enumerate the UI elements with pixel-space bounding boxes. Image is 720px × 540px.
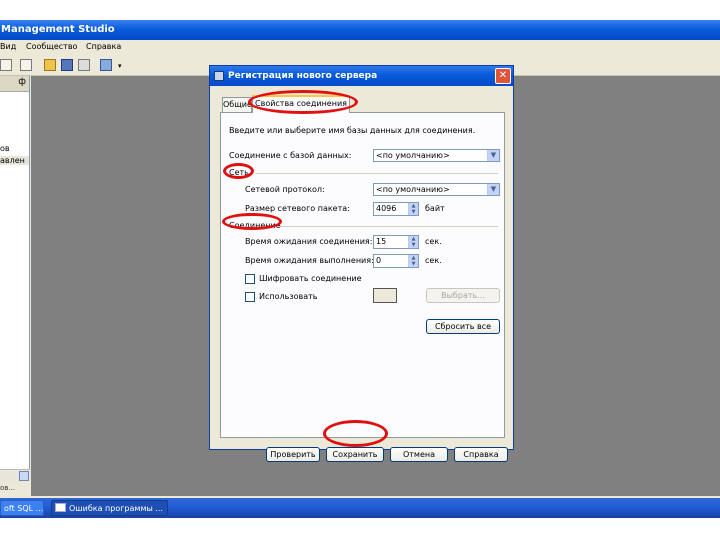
cancel-button[interactable]: Отмена — [390, 447, 448, 462]
main-window-title: Management Studio — [1, 24, 115, 35]
save-button[interactable]: Сохранить — [326, 447, 384, 462]
new-query-icon[interactable] — [0, 59, 12, 71]
window-icon — [55, 503, 66, 512]
taskbar-item-error[interactable]: Ошибка программы ... — [51, 500, 168, 516]
panel-header: ф — [0, 76, 29, 92]
config-icon[interactable] — [100, 59, 112, 71]
tab-general[interactable]: Общие — [222, 97, 252, 112]
protocol-combo[interactable]: <по умолчанию> ▼ — [373, 183, 500, 196]
db-connect-combo[interactable]: <по умолчанию> ▼ — [373, 149, 500, 162]
chevron-down-icon[interactable]: ▼ — [487, 150, 499, 161]
tree-item[interactable]: ов — [0, 144, 10, 153]
dialog-title-bar: Регистрация нового сервера ✕ — [210, 66, 513, 86]
reset-all-button[interactable]: Сбросить все — [426, 319, 500, 334]
custom-color-label: Использовать — [259, 292, 318, 301]
packet-size-spinner[interactable]: 4096 ▲ ▼ — [373, 202, 419, 216]
print-icon[interactable] — [78, 59, 90, 71]
server-icon — [214, 71, 224, 81]
db-connect-label: Соединение с базой данных: — [229, 151, 352, 160]
custom-color-checkbox[interactable] — [245, 292, 255, 302]
connection-section-label: Соединение — [229, 221, 281, 230]
section-divider — [255, 173, 498, 174]
open-folder-icon[interactable] — [44, 59, 56, 71]
intro-text: Введите или выберите имя базы данных для… — [229, 126, 476, 135]
taskbar-item-error-label: Ошибка программы ... — [69, 504, 163, 513]
menu-view[interactable]: Вид — [0, 42, 16, 51]
chevron-down-icon[interactable]: ▼ — [487, 184, 499, 195]
select-color-button[interactable]: Выбрать... — [426, 288, 500, 303]
menu-bar: Вид Сообщество Справка — [0, 40, 720, 56]
menu-help[interactable]: Справка — [86, 42, 121, 51]
network-section-label: Сеть — [229, 168, 249, 177]
close-icon[interactable]: ✕ — [495, 68, 511, 84]
save-icon[interactable] — [61, 59, 73, 71]
help-button[interactable]: Справка — [454, 447, 508, 462]
packet-unit: байт — [425, 204, 445, 213]
exec-timeout-spinner[interactable]: 0 ▲ ▼ — [373, 254, 419, 268]
connection-properties-panel: Введите или выберите имя базы данных для… — [220, 112, 505, 438]
main-window-title-bar: Management Studio — [0, 20, 720, 40]
spinner-arrows-icon[interactable]: ▲ ▼ — [408, 203, 418, 215]
register-server-dialog: Регистрация нового сервера ✕ Общие Свойс… — [209, 65, 514, 462]
db-connect-value: <по умолчанию> — [376, 151, 450, 160]
exec-timeout-value: 0 — [376, 256, 382, 265]
encrypt-label: Шифровать соединение — [259, 274, 362, 283]
exec-timeout-label: Время ожидания выполнения: — [245, 256, 374, 265]
tree-item-selected[interactable]: авлен — [0, 156, 29, 165]
spinner-arrows-icon[interactable]: ▲ ▼ — [408, 236, 418, 248]
conn-timeout-value: 15 — [376, 237, 387, 246]
spinner-arrows-icon[interactable]: ▲ ▼ — [408, 255, 418, 267]
exec-timeout-unit: сек. — [425, 256, 442, 265]
color-swatch — [373, 288, 397, 303]
dialog-title: Регистрация нового сервера — [228, 71, 378, 81]
encrypt-checkbox[interactable] — [245, 274, 255, 284]
dropdown-arrow-icon[interactable]: ▾ — [118, 62, 122, 70]
scroll-right-icon[interactable] — [19, 471, 29, 481]
test-button[interactable]: Проверить — [266, 447, 320, 462]
screenshot: Management Studio Вид Сообщество Справка… — [0, 20, 720, 518]
conn-timeout-spinner[interactable]: 15 ▲ ▼ — [373, 235, 419, 249]
packet-size-label: Размер сетевого пакета: — [245, 204, 350, 213]
object-explorer-panel: ф ов авлен — [0, 76, 30, 481]
packet-size-value: 4096 — [376, 204, 397, 213]
horizontal-scrollbar[interactable] — [0, 469, 30, 481]
taskbar: oft SQL ... Ошибка программы ... — [0, 498, 720, 518]
section-divider — [279, 226, 498, 227]
panel-status-text: ов... — [0, 484, 16, 492]
menu-community[interactable]: Сообщество — [26, 42, 77, 51]
taskbar-item-sql[interactable]: oft SQL ... — [0, 500, 44, 516]
document-icon[interactable] — [20, 59, 32, 71]
pin-icon[interactable]: ф — [18, 77, 26, 87]
protocol-label: Сетевой протокол: — [245, 185, 325, 194]
conn-timeout-unit: сек. — [425, 237, 442, 246]
tab-connection-properties[interactable]: Свойства соединения — [252, 95, 350, 113]
conn-timeout-label: Время ожидания соединения: — [245, 237, 373, 246]
protocol-value: <по умолчанию> — [376, 185, 450, 194]
